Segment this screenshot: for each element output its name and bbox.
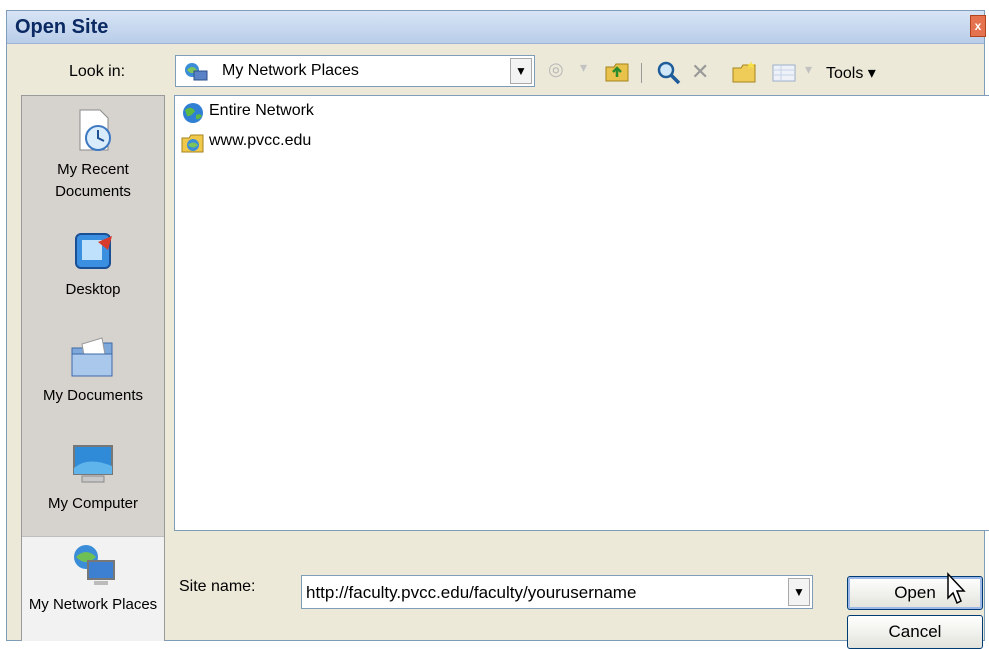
file-name: Entire Network bbox=[209, 102, 314, 119]
place-my-computer[interactable]: My Computer bbox=[22, 442, 164, 515]
close-icon[interactable]: x bbox=[970, 15, 986, 37]
my-documents-icon bbox=[71, 337, 113, 377]
search-web-icon[interactable] bbox=[655, 59, 683, 85]
site-name-combo[interactable]: ▼ bbox=[301, 575, 813, 609]
new-folder-icon[interactable] bbox=[731, 59, 759, 85]
delete-icon[interactable]: ✕ bbox=[691, 59, 719, 85]
globe-icon bbox=[183, 103, 203, 123]
site-name-label: Site name: bbox=[179, 578, 256, 595]
places-bar: My Recent Documents Desktop My Documents bbox=[21, 95, 165, 641]
toolbar-separator bbox=[641, 63, 646, 83]
network-places-icon bbox=[185, 63, 208, 81]
up-folder-icon[interactable] bbox=[604, 59, 632, 85]
place-desktop[interactable]: Desktop bbox=[22, 228, 164, 301]
look-in-value: My Network Places bbox=[222, 62, 359, 79]
look-in-label: Look in: bbox=[69, 63, 126, 80]
title-bar: Open Site x bbox=[7, 11, 986, 44]
back-icon[interactable]: ◎ bbox=[548, 59, 578, 85]
place-label: My Network Places bbox=[28, 596, 158, 613]
my-computer-icon bbox=[73, 445, 113, 483]
views-icon[interactable] bbox=[770, 59, 798, 85]
place-my-documents[interactable]: My Documents bbox=[22, 334, 164, 407]
chevron-down-icon[interactable]: ▼ bbox=[788, 578, 810, 606]
back-dropdown-icon[interactable]: ▾ bbox=[580, 59, 590, 85]
tools-menu[interactable]: Tools ▾ bbox=[826, 63, 876, 89]
dialog-title: Open Site bbox=[15, 16, 109, 38]
place-label: My Documents bbox=[42, 387, 144, 404]
web-folder-icon bbox=[181, 134, 204, 153]
place-my-recent-documents[interactable]: My Recent Documents bbox=[22, 108, 164, 203]
place-label: My Computer bbox=[47, 495, 139, 512]
recent-documents-icon bbox=[79, 109, 111, 151]
network-places-icon bbox=[74, 545, 115, 585]
place-my-network-places[interactable]: My Network Places bbox=[22, 536, 164, 641]
views-dropdown-icon[interactable]: ▾ bbox=[805, 61, 815, 87]
place-label: My Recent Documents bbox=[55, 161, 131, 200]
place-label: Desktop bbox=[65, 281, 121, 298]
site-name-input[interactable] bbox=[304, 578, 776, 608]
look-in-dropdown[interactable]: My Network Places ▼ bbox=[175, 55, 535, 87]
chevron-down-icon[interactable]: ▼ bbox=[510, 58, 532, 84]
pointer-cursor-icon bbox=[947, 572, 966, 605]
open-site-dialog: Open Site x Look in: My Network Places ▼… bbox=[6, 10, 989, 649]
tools-label: Tools bbox=[826, 65, 864, 82]
file-list: Entire Network www.pvcc.edu bbox=[174, 95, 989, 531]
cancel-button[interactable]: Cancel bbox=[847, 615, 983, 649]
desktop-icon bbox=[75, 233, 112, 269]
file-name: www.pvcc.edu bbox=[209, 132, 312, 149]
